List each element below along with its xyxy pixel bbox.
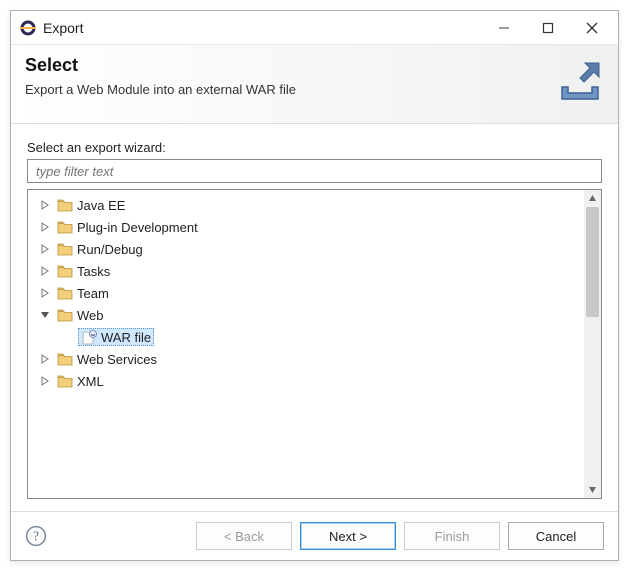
- wizard-tree[interactable]: Java EE Plug-in Development Run/Debug Tasks…: [28, 190, 584, 498]
- tree-item-label: Web: [77, 308, 104, 323]
- chevron-right-icon[interactable]: [38, 242, 52, 256]
- close-button[interactable]: [570, 14, 614, 42]
- chevron-right-icon[interactable]: [38, 220, 52, 234]
- chevron-right-icon[interactable]: [38, 374, 52, 388]
- scroll-down-button[interactable]: [584, 481, 601, 498]
- tree-item[interactable]: Web Services: [28, 348, 584, 370]
- tree-item[interactable]: WAR file: [28, 326, 584, 348]
- scroll-thumb[interactable]: [586, 207, 599, 317]
- chevron-down-icon[interactable]: [38, 308, 52, 322]
- tree-item[interactable]: Web: [28, 304, 584, 326]
- chevron-right-icon[interactable]: [38, 286, 52, 300]
- next-button[interactable]: Next >: [300, 522, 396, 550]
- tree-item[interactable]: Plug-in Development: [28, 216, 584, 238]
- tree-item-label: Tasks: [77, 264, 110, 279]
- window-title: Export: [43, 20, 482, 36]
- tree-item-label: Plug-in Development: [77, 220, 198, 235]
- help-button[interactable]: ?: [25, 525, 47, 547]
- wizard-label: Select an export wizard:: [27, 140, 602, 155]
- chevron-right-icon[interactable]: [38, 198, 52, 212]
- cancel-button[interactable]: Cancel: [508, 522, 604, 550]
- banner: Select Export a Web Module into an exter…: [11, 45, 618, 124]
- tree-item[interactable]: Run/Debug: [28, 238, 584, 260]
- tree-item-label: Team: [77, 286, 109, 301]
- filter-box: [27, 159, 602, 183]
- filter-input[interactable]: [34, 163, 595, 180]
- minimize-button[interactable]: [482, 14, 526, 42]
- chevron-right-icon[interactable]: [38, 264, 52, 278]
- tree-container: Java EE Plug-in Development Run/Debug Tasks…: [27, 189, 602, 499]
- export-icon: [556, 57, 604, 105]
- tree-item-label: Java EE: [77, 198, 125, 213]
- body: Select an export wizard: Java EE Plug-in …: [11, 124, 618, 511]
- app-icon: [19, 19, 37, 37]
- tree-item[interactable]: Tasks: [28, 260, 584, 282]
- svg-text:?: ?: [33, 528, 39, 543]
- tree-item-label: WAR file: [101, 330, 151, 345]
- banner-heading: Select: [25, 55, 546, 76]
- tree-item[interactable]: XML: [28, 370, 584, 392]
- tree-item[interactable]: Java EE: [28, 194, 584, 216]
- tree-item[interactable]: Team: [28, 282, 584, 304]
- titlebar: Export: [11, 11, 618, 45]
- tree-item-label: XML: [77, 374, 104, 389]
- back-button[interactable]: < Back: [196, 522, 292, 550]
- tree-item-label: Web Services: [77, 352, 157, 367]
- export-dialog: Export Select Export a Web Module into a…: [10, 10, 619, 561]
- maximize-button[interactable]: [526, 14, 570, 42]
- banner-description: Export a Web Module into an external WAR…: [25, 82, 546, 97]
- scroll-track[interactable]: [584, 207, 601, 481]
- tree-item-label: Run/Debug: [77, 242, 143, 257]
- chevron-right-icon[interactable]: [38, 352, 52, 366]
- finish-button[interactable]: Finish: [404, 522, 500, 550]
- scrollbar[interactable]: [584, 190, 601, 498]
- footer: ? < Back Next > Finish Cancel: [11, 511, 618, 560]
- scroll-up-button[interactable]: [584, 190, 601, 207]
